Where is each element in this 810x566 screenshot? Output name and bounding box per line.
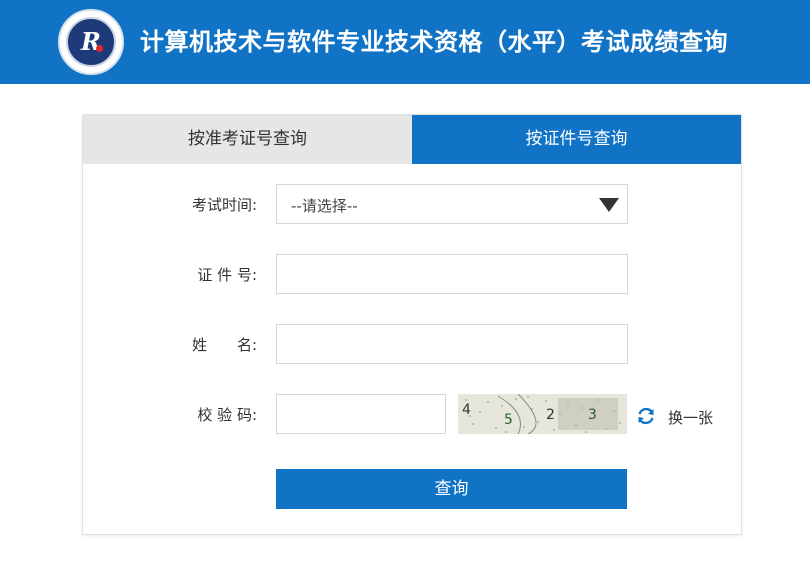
id-number-label: 证 件 号: <box>197 266 257 284</box>
chevron-down-icon <box>599 198 619 212</box>
tab-by-admission-number[interactable]: 按准考证号查询 <box>83 115 412 164</box>
captcha-input[interactable] <box>276 394 446 434</box>
tab-by-id-number[interactable]: 按证件号查询 <box>412 115 741 164</box>
page-title: 计算机技术与软件专业技术资格（水平）考试成绩查询 <box>140 28 728 56</box>
query-tabs: 按准考证号查询 按证件号查询 <box>83 115 741 164</box>
id-number-input[interactable] <box>276 254 628 294</box>
captcha-label: 校 验 码: <box>197 406 257 424</box>
captcha-char: 3 <box>588 407 597 423</box>
captcha-image[interactable]: 4 5 2 3 <box>458 394 627 434</box>
page-header: R 计算机技术与软件专业技术资格（水平）考试成绩查询 <box>0 0 810 84</box>
name-label: 姓 名: <box>191 336 257 354</box>
ceac-logo: R <box>58 9 124 75</box>
captcha-char: 5 <box>504 412 513 428</box>
exam-time-label: 考试时间: <box>191 196 257 214</box>
query-button[interactable]: 查询 <box>276 469 627 509</box>
exam-time-select[interactable]: --请选择-- <box>276 184 628 224</box>
captcha-char: 4 <box>462 402 471 418</box>
logo-mark: R <box>81 27 101 56</box>
refresh-captcha-link[interactable]: 换一张 <box>668 407 713 428</box>
refresh-icon[interactable] <box>636 406 656 426</box>
name-input[interactable] <box>276 324 628 364</box>
query-panel: 按准考证号查询 按证件号查询 考试时间: --请选择-- 证 件 号: 姓 名:… <box>82 114 742 535</box>
exam-time-selected: --请选择-- <box>291 197 358 215</box>
captcha-char: 2 <box>546 407 555 423</box>
captcha-noise <box>458 394 627 434</box>
